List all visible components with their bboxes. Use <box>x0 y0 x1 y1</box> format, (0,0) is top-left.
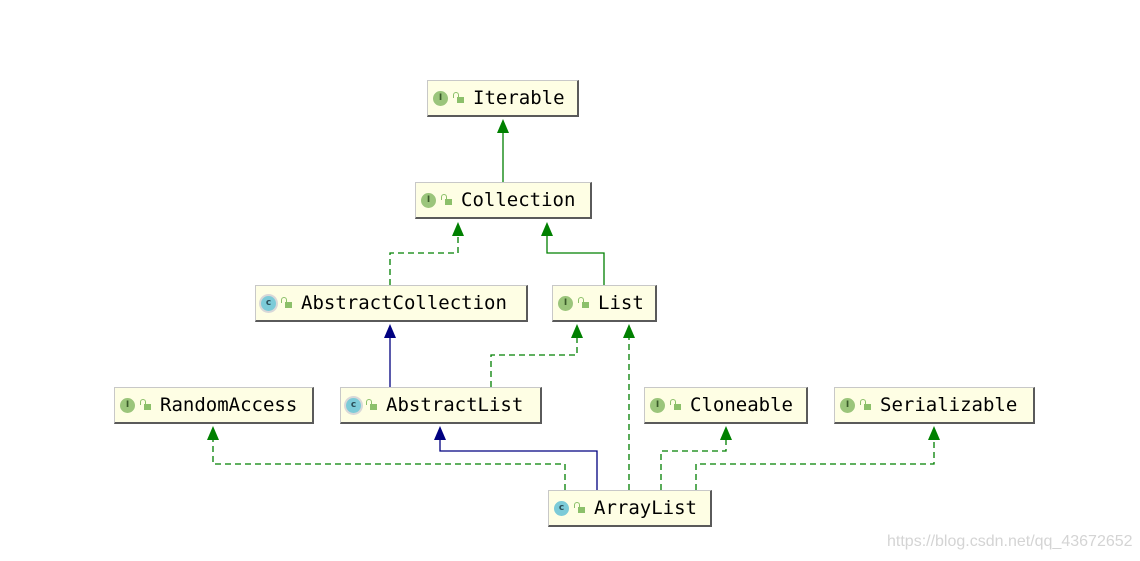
arrow-abstractlist <box>434 426 446 440</box>
edge-abstractlist-list <box>490 337 578 387</box>
arrow-collection-left <box>452 222 464 236</box>
public-lock-icon <box>366 399 378 411</box>
node-random-access[interactable]: I RandomAccess <box>114 387 314 424</box>
edge-arraylist-cloneable <box>660 439 727 490</box>
node-iterable[interactable]: I Iterable <box>427 80 579 117</box>
node-abstract-list[interactable]: c AbstractList <box>340 387 542 424</box>
node-label: Cloneable <box>690 394 793 416</box>
arrow-cloneable <box>720 426 732 440</box>
node-label: Iterable <box>473 87 565 109</box>
edge-arraylist-serializable <box>695 439 935 490</box>
node-label: RandomAccess <box>160 394 298 416</box>
node-label: List <box>598 292 644 314</box>
node-cloneable[interactable]: I Cloneable <box>644 387 808 424</box>
public-lock-icon <box>453 92 465 104</box>
node-serializable[interactable]: I Serializable <box>834 387 1035 424</box>
arrow-randomaccess <box>207 426 219 440</box>
node-array-list[interactable]: c ArrayList <box>548 490 712 527</box>
edge-abstractcollection-collection <box>389 235 459 285</box>
node-label: Serializable <box>880 394 1018 416</box>
public-lock-icon <box>441 194 453 206</box>
arrow-list-right <box>623 324 635 338</box>
watermark: https://blog.csdn.net/qq_43672652 <box>887 533 1133 550</box>
node-label: AbstractList <box>386 394 524 416</box>
public-lock-icon <box>140 399 152 411</box>
arrow-serializable <box>928 426 940 440</box>
public-lock-icon <box>670 399 682 411</box>
interface-icon: I <box>558 295 573 311</box>
arrow-list-left <box>571 324 583 338</box>
arrow-abstractcollection <box>384 324 396 338</box>
interface-icon: I <box>840 397 855 413</box>
arrow-iterable <box>497 119 509 133</box>
arrow-collection-right <box>541 222 553 236</box>
class-icon: c <box>554 500 569 516</box>
node-abstract-collection[interactable]: c AbstractCollection <box>255 285 528 322</box>
public-lock-icon <box>574 502 586 514</box>
node-label: Collection <box>461 189 576 211</box>
edge-list-collection <box>546 235 605 285</box>
public-lock-icon <box>281 297 293 309</box>
abstract-class-icon: c <box>261 295 276 311</box>
abstract-class-icon: c <box>346 397 361 413</box>
public-lock-icon <box>578 297 590 309</box>
interface-icon: I <box>650 397 665 413</box>
interface-icon: I <box>120 397 135 413</box>
node-label: ArrayList <box>594 497 697 519</box>
public-lock-icon <box>860 399 872 411</box>
node-label: AbstractCollection <box>301 292 507 314</box>
node-collection[interactable]: I Collection <box>415 182 592 219</box>
interface-icon: I <box>433 90 448 106</box>
edge-arraylist-randomaccess <box>212 439 566 490</box>
interface-icon: I <box>421 192 436 208</box>
node-list[interactable]: I List <box>552 285 657 322</box>
uml-diagram: I Iterable I Collection c AbstractCollectio… <box>0 0 1140 561</box>
